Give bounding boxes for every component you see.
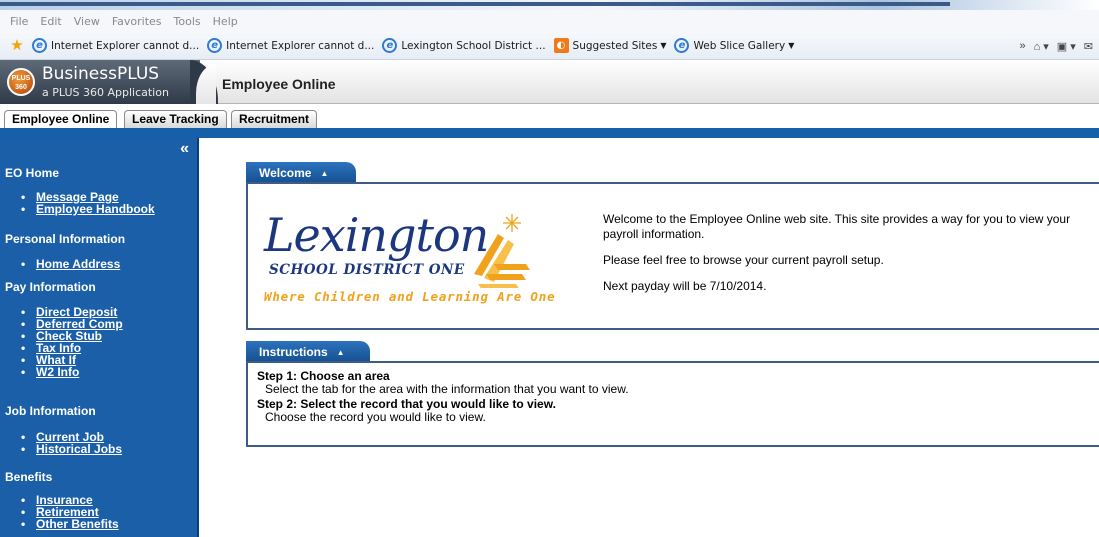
favorites-star-icon[interactable]: ★ — [8, 37, 26, 55]
sidebar-item-other-benefits[interactable]: Other Benefits — [21, 518, 119, 530]
tab-underline-band — [0, 128, 1099, 138]
logo-district: SCHOOL DISTRICT ONE — [269, 262, 465, 278]
ie-icon: e — [382, 38, 398, 53]
tab-leave-tracking[interactable]: Leave Tracking — [124, 110, 227, 128]
next-payday: Next payday will be 7/10/2014. — [603, 279, 767, 293]
browser-menu-bar: File Edit View Favorites Tools Help — [0, 10, 1099, 32]
favorite-label: Internet Explorer cannot d... — [51, 39, 200, 52]
sidebar-item-home-address[interactable]: Home Address — [21, 258, 120, 270]
tab-recruitment[interactable]: Recruitment — [231, 110, 318, 128]
collapse-up-arrow-icon[interactable]: ▲ — [320, 169, 328, 178]
favorite-label: Lexington School District ... — [401, 39, 546, 52]
ie-icon: e — [32, 38, 47, 53]
favorite-label: Internet Explorer cannot d... — [226, 39, 375, 52]
sidebar-item-employee-handbook[interactable]: Employee Handbook — [21, 203, 155, 215]
step-1-title: Step 1: Choose an area — [257, 369, 390, 383]
section-job-information: Job Information — [5, 404, 96, 418]
logo-tagline: Where Children and Learning Are One — [264, 289, 556, 304]
favorite-suggested-sites[interactable]: ◐ Suggested Sites ▼ — [553, 38, 667, 53]
welcome-tab-label: Welcome — [259, 166, 312, 180]
welcome-line: Welcome to the Employee Online web site.… — [603, 212, 1071, 241]
window-top-strip — [0, 0, 1099, 10]
brand-subtitle: a PLUS 360 Application — [42, 86, 169, 99]
section-benefits: Benefits — [5, 470, 53, 484]
favorite-label: Web Slice Gallery — [693, 39, 786, 52]
brand-name: BusinessPLUS — [42, 64, 160, 84]
menu-view[interactable]: View — [74, 15, 100, 28]
home-icon[interactable]: ⌂ ▾ — [1034, 40, 1049, 53]
menu-file[interactable]: File — [10, 15, 28, 28]
window-top-strip-dark — [0, 2, 950, 6]
tab-employee-online[interactable]: Employee Online — [4, 110, 118, 130]
welcome-message: Welcome to the Employee Online web site.… — [603, 212, 1093, 305]
instructions-tab-label: Instructions — [259, 345, 328, 359]
menu-help[interactable]: Help — [213, 15, 238, 28]
step-1-description: Select the tab for the area with the inf… — [265, 381, 629, 396]
favorite-label: Suggested Sites — [572, 39, 658, 52]
welcome-panel-tab[interactable]: Welcome ▲ — [246, 162, 356, 184]
module-tab-strip: Employee Online Leave Tracking Recruitme… — [0, 104, 1099, 130]
ie-icon: e — [674, 38, 690, 53]
favorite-link[interactable]: e Internet Explorer cannot d... — [32, 38, 199, 53]
sidebar-item-historical-jobs[interactable]: Historical Jobs — [21, 443, 122, 455]
suggested-sites-icon: ◐ — [553, 38, 569, 53]
ie-icon: e — [207, 38, 223, 53]
favorite-link[interactable]: e Lexington School District ... — [382, 38, 546, 53]
menu-favorites[interactable]: Favorites — [112, 15, 162, 28]
chevron-down-icon: ▼ — [660, 41, 667, 50]
sidebar-nav: « EO Home Message Page Employee Handbook… — [0, 138, 199, 537]
sidebar-item-w2-info[interactable]: W2 Info — [21, 366, 79, 378]
businessplus-logo-panel: PLUS 360 BusinessPLUS a PLUS 360 Applicat… — [0, 60, 200, 104]
favorite-web-slice-gallery[interactable]: e Web Slice Gallery ▼ — [674, 38, 794, 53]
collapse-up-arrow-icon[interactable]: ▲ — [337, 348, 345, 357]
command-bar: » ⌂ ▾ ▣ ▾ ✉ — [1011, 32, 1093, 60]
logo-wordmark: Lexington — [264, 208, 489, 262]
instructions-content: Step 1: Choose an area Select the tab fo… — [257, 370, 629, 426]
app-title: Employee Online — [222, 76, 336, 92]
collapse-sidebar-icon[interactable]: « — [180, 140, 189, 158]
favorites-bar: ★ e Internet Explorer cannot d... e Intern… — [0, 32, 1099, 60]
section-personal-information: Personal Information — [5, 232, 126, 246]
plus-360-badge-icon: PLUS 360 — [7, 68, 35, 96]
more-favorites-chevron-icon[interactable]: » — [1019, 40, 1025, 52]
lexington-logo: Lexington SCHOOL DISTRICT ONE Where Chil… — [264, 204, 594, 312]
chevron-down-icon: ▼ — [788, 41, 795, 50]
step-2-description: Choose the record you would like to view… — [265, 409, 486, 424]
section-eo-home: EO Home — [5, 166, 60, 180]
menu-edit[interactable]: Edit — [40, 15, 61, 28]
instructions-panel-tab[interactable]: Instructions ▲ — [246, 341, 370, 363]
feeds-icon[interactable]: ▣ ▾ — [1057, 40, 1076, 53]
section-pay-information: Pay Information — [5, 280, 96, 294]
menu-tools[interactable]: Tools — [174, 15, 201, 28]
welcome-line: Please feel free to browse your current … — [603, 253, 884, 267]
mail-icon[interactable]: ✉ — [1084, 40, 1093, 53]
app-header: PLUS 360 BusinessPLUS a PLUS 360 Applicat… — [0, 60, 1099, 108]
favorite-link[interactable]: e Internet Explorer cannot d... — [207, 38, 374, 53]
step-2-title: Step 2: Select the record that you would… — [257, 397, 556, 411]
logo-star-graphic-icon — [474, 214, 530, 288]
